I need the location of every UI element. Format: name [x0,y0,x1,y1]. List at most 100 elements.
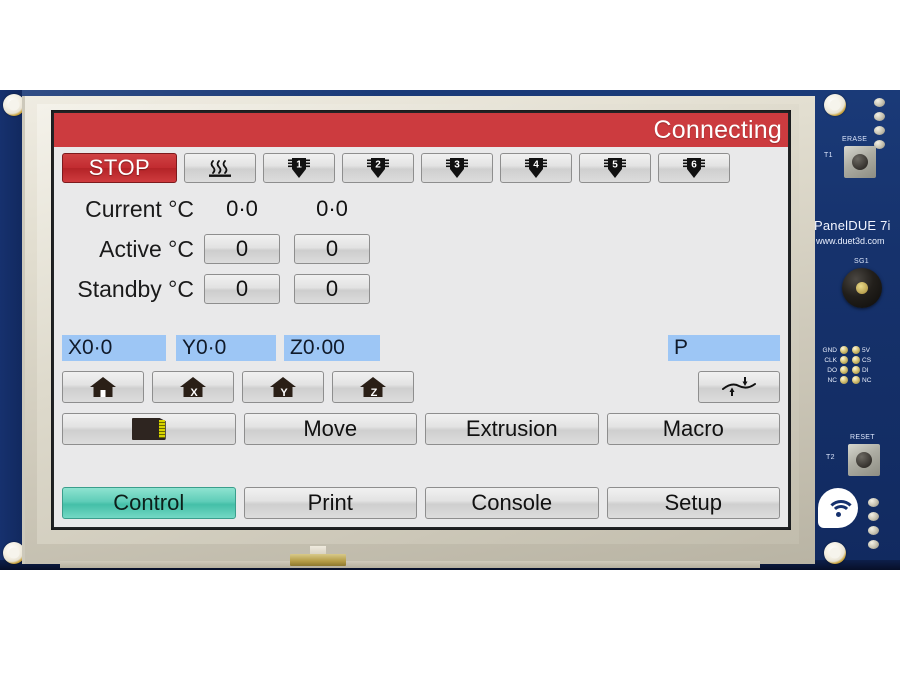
pcb-left-rail [0,90,22,570]
home-button-row: X Y Z [54,371,788,407]
pin-label: NC [827,376,837,384]
temperature-row-label: Current °C [85,195,194,222]
t2-label: T2 [826,454,835,461]
macro-button[interactable]: Macro [606,413,780,445]
tool-number: 4 [533,160,539,171]
pin-label: DO [827,366,837,374]
pin-label: CLK [824,356,837,364]
wifi-arc-inner [831,505,851,525]
tool-3-button[interactable]: 3 [421,153,493,183]
action-button-row: Move Extrusion Macro [54,413,788,449]
tool-number: 3 [454,160,460,171]
home-axis-letter: Y [280,387,288,399]
erase-label: ERASE [842,136,868,143]
device-photo: Connecting STOP 1 2 3 4 5 6 Current °C 0… [0,0,900,675]
current-temp-tool1: 0·0 [316,196,348,221]
home-icon [90,377,116,397]
compat-text: compatible [818,601,857,610]
extruder-icon: 4 [525,158,547,178]
tool-number: 5 [612,160,618,171]
pin-pad [839,366,848,374]
bed-heater-icon [209,160,231,177]
sd-card-button[interactable] [62,413,236,445]
lcd-frame: Connecting STOP 1 2 3 4 5 6 Current °C 0… [51,110,791,530]
home-axis-letter: X [190,387,198,399]
connection-status: Connecting [653,115,782,144]
tool-1-button[interactable]: 1 [263,153,335,183]
tab-control[interactable]: Control [62,487,236,519]
sd-card-icon [131,418,166,440]
pin-pad [839,346,848,354]
axis-readout-row: X0·0 Y0·0 Z0·00 P [54,335,788,365]
bed-heater-button[interactable] [184,153,256,183]
solder-pad [874,112,885,121]
tab-bar: Control Print Console Setup [54,487,788,523]
extruder-icon: 2 [367,158,389,178]
tool-6-button[interactable]: 6 [658,153,730,183]
pin-pad [851,346,860,354]
stop-button[interactable]: STOP [62,153,177,183]
pin-pad [851,366,860,374]
home-icon: Z [360,377,386,399]
lcd-bezel-inner: Connecting STOP 1 2 3 4 5 6 Current °C 0… [37,104,799,544]
extrusion-button[interactable]: Extrusion [425,413,599,445]
home-z-button[interactable]: Z [332,371,414,403]
pin-label: CS [862,356,872,364]
pin-pad [851,356,860,364]
pcb-right-section: ERASE T1 PanelDUE 7i www.duet3d.com SG1 … [812,90,900,610]
solder-pad [868,498,879,507]
reset-label: RESET [850,434,875,441]
erase-button[interactable] [844,146,876,178]
move-button[interactable]: Move [243,413,417,445]
active-temp-bed-field[interactable]: 0 [204,234,280,264]
spi-pin-header: GND 5V CLK CS DO DI NC NC [820,346,879,384]
solder-pad [868,512,879,521]
pin-pad [851,376,860,384]
temperature-table: Current °C 0·0 0·0 Active °C 0 0 Standby… [54,189,474,309]
pin-label: DI [862,366,869,374]
tool-button-row: STOP 1 2 3 4 5 6 [54,151,788,185]
home-x-button[interactable]: X [152,371,234,403]
buzzer [842,268,882,308]
temperature-row-standby: Standby °C 0 0 [54,269,474,309]
standby-temp-bed-field[interactable]: 0 [204,274,280,304]
home-all-button[interactable] [62,371,144,403]
home-icon: X [180,377,206,399]
compat-brand: duet3d [818,588,849,599]
wifi-dot [835,512,841,517]
axis-z-field[interactable]: Z0·00 [284,335,380,361]
extruder-icon: 3 [446,158,468,178]
tool-5-button[interactable]: 5 [579,153,651,183]
reset-button[interactable] [848,444,880,476]
axis-x-field[interactable]: X0·0 [62,335,166,361]
tab-setup[interactable]: Setup [606,487,780,519]
solder-pad [868,526,879,535]
buzzer-label: SG1 [854,258,869,265]
lcd-cable-strip [60,561,760,568]
bed-compensation-button[interactable] [698,371,780,403]
tab-console[interactable]: Console [425,487,599,519]
active-temp-tool1-field[interactable]: 0 [294,234,370,264]
extruder-icon: 6 [683,158,705,178]
temperature-row-label: Standby °C [77,275,194,302]
t1-label: T1 [824,152,833,159]
pin-label: GND [822,346,837,354]
extruder-icon: 1 [288,158,310,178]
temperature-row-current: Current °C 0·0 0·0 [54,189,474,229]
lcd-bezel: Connecting STOP 1 2 3 4 5 6 Current °C 0… [22,96,815,564]
extruder-icon: 5 [604,158,626,178]
tab-print[interactable]: Print [243,487,417,519]
axis-y-field[interactable]: Y0·0 [176,335,276,361]
tool-number: 6 [691,160,697,171]
pin-pad [839,376,848,384]
tool-2-button[interactable]: 2 [342,153,414,183]
paneldue-screen: Connecting STOP 1 2 3 4 5 6 Current °C 0… [54,113,788,527]
brand-url: www.duet3d.com [816,236,885,246]
standby-temp-tool1-field[interactable]: 0 [294,274,370,304]
home-y-button[interactable]: Y [242,371,324,403]
probe-field[interactable]: P [668,335,780,361]
tool-number: 2 [375,160,381,171]
solder-pad [868,540,879,549]
tool-4-button[interactable]: 4 [500,153,572,183]
home-icon: Y [270,377,296,399]
